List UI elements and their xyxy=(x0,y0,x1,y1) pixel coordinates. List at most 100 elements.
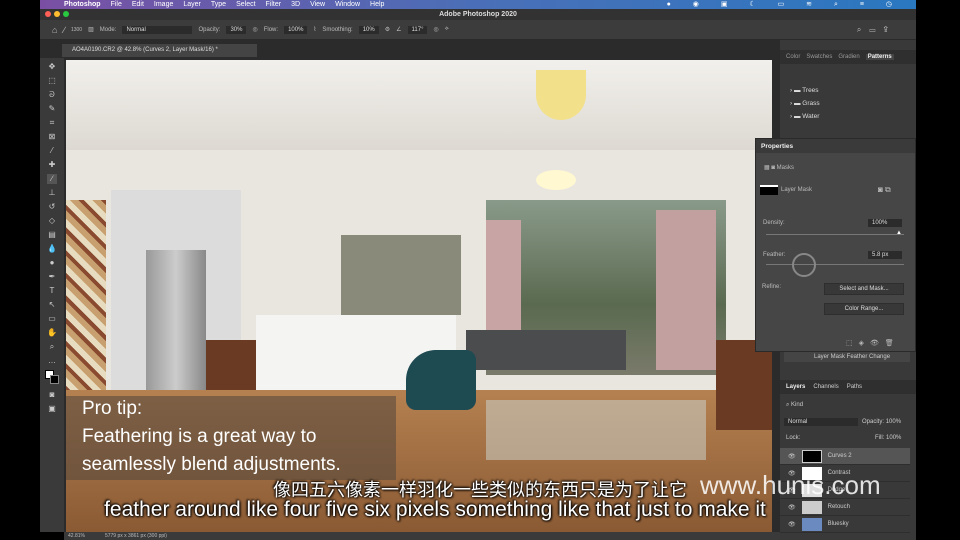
toolbar: ✥ ⬚ ᘐ ✎ ⌗ ⊠ ⁄ ✚ ∕ ⊥ ↺ ◇ ▤ 💧 ● ✒ T ↖ ▭ ✋ … xyxy=(40,58,64,532)
pixel-mask-icon[interactable]: ▦ xyxy=(764,165,770,171)
subtitle-english: feather around like four five six pixels… xyxy=(104,498,766,521)
pressure-size-icon[interactable]: ◎ xyxy=(433,26,438,33)
layer-opacity-field[interactable]: 100% xyxy=(886,419,901,425)
folder-label: Grass xyxy=(802,100,820,107)
lasso-tool-icon[interactable]: ᘐ xyxy=(47,90,57,100)
gradient-tool-icon[interactable]: ▤ xyxy=(47,230,57,240)
layer-row[interactable]: 👁 Curves 2 xyxy=(780,448,910,465)
symmetry-icon[interactable]: ⟡ xyxy=(445,26,449,33)
select-and-mask-button[interactable]: Select and Mask... xyxy=(824,283,904,295)
frame-tool-icon[interactable]: ⊠ xyxy=(47,132,57,142)
more-tools-icon[interactable]: … xyxy=(47,356,57,366)
history-brush-icon[interactable]: ↺ xyxy=(47,202,57,212)
menu-edit[interactable]: Edit xyxy=(132,1,144,8)
mask-actions-icons[interactable]: ⬚◈👁🗑 xyxy=(846,339,900,347)
feather-slider[interactable] xyxy=(766,264,904,265)
tab-swatches[interactable]: Swatches xyxy=(806,54,832,60)
menu-filter[interactable]: Filter xyxy=(266,1,282,8)
menu-help[interactable]: Help xyxy=(370,1,384,8)
eyedropper-tool-icon[interactable]: ⁄ xyxy=(47,146,57,156)
blend-mode-select[interactable]: Normal xyxy=(784,418,858,426)
brush-tool-icon[interactable]: ∕ xyxy=(47,174,57,184)
patterns-panel-tabs: Color Swatches Gradien Patterns xyxy=(780,50,916,64)
healing-tool-icon[interactable]: ✚ xyxy=(47,160,57,170)
eraser-tool-icon[interactable]: ◇ xyxy=(47,216,57,226)
mask-select-icon[interactable]: ◙ ⧉ xyxy=(878,185,891,195)
brush-size[interactable]: 1300 xyxy=(71,27,82,33)
mask-icon[interactable]: ◙ xyxy=(771,165,775,171)
history-item[interactable]: Layer Mask Feather Change xyxy=(784,352,910,362)
crop-tool-icon[interactable]: ⌗ xyxy=(47,118,57,128)
quick-select-tool-icon[interactable]: ✎ xyxy=(47,104,57,114)
pressure-opacity-icon[interactable]: ◎ xyxy=(252,26,257,33)
properties-panel: Properties ▦ ◙ Masks Layer Mask ◙ ⧉ Dens… xyxy=(755,138,916,352)
zoom-tool-icon[interactable]: ⌕ xyxy=(47,342,57,352)
tab-channels[interactable]: Channels xyxy=(813,384,838,390)
minimize-button[interactable] xyxy=(54,11,60,17)
tab-color[interactable]: Color xyxy=(786,54,800,60)
menu-view[interactable]: View xyxy=(310,1,325,8)
menu-image[interactable]: Image xyxy=(154,1,173,8)
menu-file[interactable]: File xyxy=(111,1,122,8)
pen-tool-icon[interactable]: ✒ xyxy=(47,272,57,282)
share-icon[interactable]: ⇪ xyxy=(883,25,896,34)
brush-panel-icon[interactable]: ▨ xyxy=(88,26,94,33)
title-bar: Adobe Photoshop 2020 xyxy=(40,9,916,20)
search-icon[interactable]: ⌕ xyxy=(857,25,869,34)
screen-mode-icon[interactable]: ▣ xyxy=(47,404,57,414)
move-tool-icon[interactable]: ✥ xyxy=(47,62,57,72)
close-button[interactable] xyxy=(45,11,51,17)
hand-tool-icon[interactable]: ✋ xyxy=(47,328,57,338)
dodge-tool-icon[interactable]: ● xyxy=(47,258,57,268)
layer-mask-thumbnail xyxy=(801,449,822,463)
type-tool-icon[interactable]: T xyxy=(47,286,57,296)
smoothing-label: Smoothing: xyxy=(322,26,353,33)
tab-patterns[interactable]: Patterns xyxy=(865,54,894,60)
density-slider-handle[interactable]: ▲ xyxy=(896,230,902,236)
menu-select[interactable]: Select xyxy=(236,1,255,8)
menu-3d[interactable]: 3D xyxy=(291,1,300,8)
path-select-icon[interactable]: ↖ xyxy=(47,300,57,310)
mode-label: Mode: xyxy=(99,26,117,33)
shape-tool-icon[interactable]: ▭ xyxy=(47,314,57,324)
feather-field[interactable]: 5.8 px xyxy=(868,251,902,259)
stamp-tool-icon[interactable]: ⊥ xyxy=(47,188,57,198)
menu-app[interactable]: Photoshop xyxy=(64,1,101,8)
airbrush-icon[interactable]: ⌇ xyxy=(313,26,316,33)
flow-field[interactable]: 100% xyxy=(284,25,308,34)
tab-paths[interactable]: Paths xyxy=(847,384,862,390)
menu-layer[interactable]: Layer xyxy=(183,1,201,8)
density-field[interactable]: 100% xyxy=(868,219,902,227)
zoom-button[interactable] xyxy=(63,11,69,17)
color-range-button[interactable]: Color Range... xyxy=(824,303,904,315)
fill-field[interactable]: 100% xyxy=(886,435,901,441)
layer-name: Curves 2 xyxy=(827,453,852,459)
mode-select[interactable]: Normal xyxy=(122,25,193,34)
marquee-tool-icon[interactable]: ⬚ xyxy=(47,76,57,86)
angle-field[interactable]: 117° xyxy=(407,25,428,34)
blur-tool-icon[interactable]: 💧 xyxy=(47,244,57,254)
workspace-icon[interactable]: ▭ xyxy=(869,25,883,34)
image-canvas[interactable]: Pro tip: Feathering is a great way to se… xyxy=(66,60,772,532)
gear-icon[interactable]: ⚙ xyxy=(385,26,390,33)
zoom-level[interactable]: 42.81% xyxy=(68,532,85,540)
brush-tool-icon[interactable]: ∕ xyxy=(63,25,65,35)
feather-slider-handle[interactable] xyxy=(792,253,816,277)
eye-icon[interactable]: 👁 xyxy=(788,453,796,460)
layer-filter-kind[interactable]: ⌕ Kind xyxy=(786,402,803,409)
tab-layers[interactable]: Layers xyxy=(786,384,805,390)
menu-type[interactable]: Type xyxy=(211,1,226,8)
tab-gradients[interactable]: Gradien xyxy=(838,54,859,60)
smoothing-field[interactable]: 10% xyxy=(358,25,379,34)
pro-tip-heading: Pro tip: xyxy=(82,398,143,419)
density-slider[interactable] xyxy=(766,234,904,235)
pattern-folder-trees[interactable]: › ▬ Trees xyxy=(780,84,916,97)
opacity-field[interactable]: 30% xyxy=(226,25,247,34)
pattern-folder-grass[interactable]: › ▬ Grass xyxy=(780,97,916,110)
pattern-folder-water[interactable]: › ▬ Water xyxy=(780,110,916,123)
document-tab[interactable]: AO4A0190.CR2 @ 42.8% (Curves 2, Layer Ma… xyxy=(62,44,257,57)
color-swatches[interactable] xyxy=(45,370,59,386)
home-icon[interactable]: ⌂ xyxy=(52,25,57,35)
menu-window[interactable]: Window xyxy=(335,1,360,8)
quick-mask-icon[interactable]: ◙ xyxy=(47,390,57,400)
